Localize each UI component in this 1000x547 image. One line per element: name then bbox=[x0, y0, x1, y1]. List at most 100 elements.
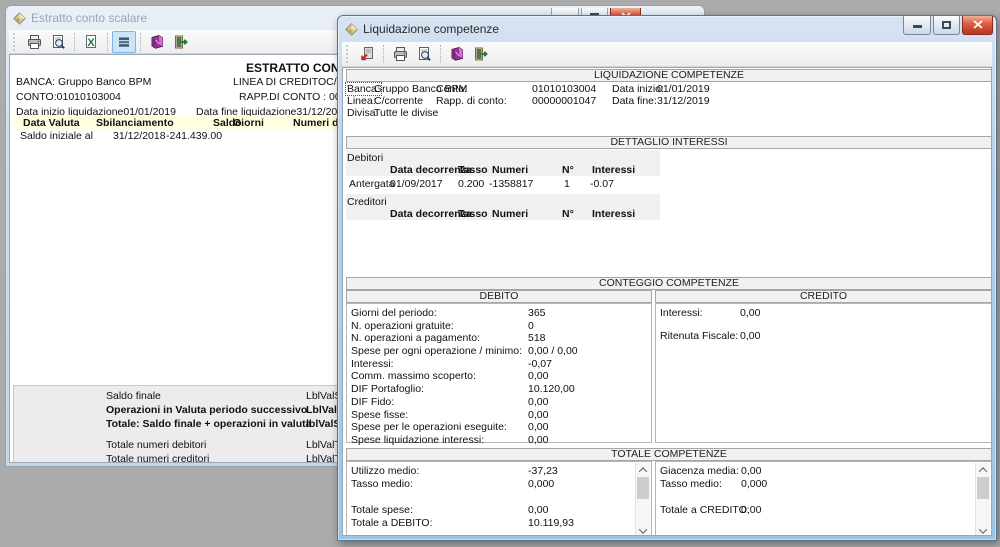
kv-row: Spese liquidazione interessi: 0,00 bbox=[347, 434, 649, 447]
scalare-view-toggle[interactable] bbox=[112, 31, 136, 53]
kv-row: Spese fisse: 0,00 bbox=[347, 409, 649, 422]
data-inizio-field[interactable]: 01/01/2019 bbox=[657, 83, 710, 95]
exit-button[interactable] bbox=[469, 43, 493, 65]
exit-icon bbox=[473, 46, 489, 62]
kv-label: Spese per ogni operazione / minimo: bbox=[351, 345, 522, 357]
process-button[interactable] bbox=[355, 43, 379, 65]
manual-icon bbox=[149, 34, 165, 50]
toolbar-grip bbox=[13, 33, 18, 51]
scrollbar-vertical[interactable] bbox=[635, 463, 650, 536]
kv-value: 0,00 bbox=[528, 409, 548, 421]
cell-saldo: -241.439.00 bbox=[166, 130, 222, 142]
section-band-conteggio: CONTEGGIO COMPETENZE bbox=[346, 277, 992, 290]
diamond-app-icon bbox=[345, 23, 358, 36]
totale-credito-panel: Giacenza media: 0,00 Tasso medio: 0,000 … bbox=[655, 461, 992, 536]
chevron-down-icon bbox=[639, 525, 647, 533]
conto-info: CONTO:01010103004 bbox=[16, 91, 121, 103]
kv-label: N. operazioni gratuite: bbox=[351, 320, 454, 332]
creditori-label: Creditori bbox=[347, 196, 387, 208]
kv-value: 10.120,00 bbox=[528, 383, 575, 395]
debito-header-band: DEBITO bbox=[346, 290, 652, 303]
kv-row: N. operazioni a pagamento: 518 bbox=[347, 332, 649, 345]
maximize-button[interactable] bbox=[933, 16, 960, 35]
scroll-thumb[interactable] bbox=[637, 477, 649, 499]
kv-label: Totale spese: bbox=[351, 504, 413, 516]
print-preview-button[interactable] bbox=[46, 31, 70, 53]
minimize-icon bbox=[913, 25, 922, 28]
kv-value: 0,00 bbox=[528, 370, 548, 382]
toolbar-grip bbox=[346, 45, 351, 63]
cell-tasso: 0.200 bbox=[458, 178, 484, 190]
kv-row: Giorni del periodo: 365 bbox=[347, 307, 649, 320]
chevron-up-icon bbox=[639, 467, 647, 475]
column-header: Giorni bbox=[233, 117, 264, 129]
conto-label: Conto: bbox=[436, 83, 467, 95]
rapp-conto-label: Rapp. di conto: bbox=[436, 95, 507, 107]
excel-export-button[interactable] bbox=[79, 31, 103, 53]
kv-row: Comm. massimo scoperto: 0,00 bbox=[347, 370, 649, 383]
column-header: Numeri bbox=[492, 164, 528, 176]
toolbar-separator bbox=[140, 33, 141, 51]
close-button[interactable] bbox=[962, 16, 993, 35]
print-button[interactable] bbox=[22, 31, 46, 53]
kv-row: Totale spese: 0,00 bbox=[347, 504, 633, 517]
column-header: Tasso bbox=[458, 164, 488, 176]
column-header: Tasso bbox=[458, 208, 488, 220]
print-preview-icon bbox=[50, 34, 66, 50]
scroll-down-arrow[interactable] bbox=[636, 524, 650, 536]
kv-row: DIF Fido: 0,00 bbox=[347, 396, 649, 409]
kv-label: Giacenza media: bbox=[660, 465, 739, 477]
scroll-thumb[interactable] bbox=[977, 477, 989, 499]
kv-value: 0 bbox=[528, 320, 534, 332]
summary-label: Totale: Saldo finale + operazioni in val… bbox=[106, 418, 311, 430]
scroll-down-arrow[interactable] bbox=[976, 524, 990, 536]
kv-value: 10.119,93 bbox=[528, 517, 574, 529]
column-header: N° bbox=[562, 164, 574, 176]
kv-value: -0,07 bbox=[528, 358, 552, 370]
totale-debito-panel: Utilizzo medio: -37,23 Tasso medio: 0,00… bbox=[346, 461, 652, 536]
diamond-app-icon bbox=[13, 12, 26, 25]
banca-info: BANCA: Gruppo Banco BPM bbox=[16, 76, 151, 88]
kv-value: 0,00 bbox=[528, 396, 548, 408]
scalare-view-icon bbox=[116, 34, 132, 50]
minimize-button[interactable] bbox=[903, 16, 931, 35]
toolbar-separator bbox=[74, 33, 75, 51]
debitori-column-headers: Data decorrenzaTassoNumeriN°Interessi bbox=[346, 164, 986, 176]
linea-label: Linea: bbox=[347, 95, 376, 107]
cell-tipo: Antergata bbox=[349, 178, 395, 190]
kv-row: Totale a DEBITO: 10.119,93 bbox=[347, 517, 633, 530]
chevron-down-icon bbox=[979, 525, 987, 533]
rapp-conto-field[interactable]: 00000001047 bbox=[532, 95, 596, 107]
data-fine-field[interactable]: 31/12/2019 bbox=[657, 95, 710, 107]
kv-label: Spese per le operazioni eseguite: bbox=[351, 421, 507, 433]
toolbar-separator bbox=[107, 33, 108, 51]
kv-row: DIF Portafoglio: 10.120,00 bbox=[347, 383, 649, 396]
section-band-liquidazione: LIQUIDAZIONE COMPETENZE bbox=[346, 69, 992, 82]
manual-button[interactable] bbox=[145, 31, 169, 53]
manual-icon bbox=[449, 46, 465, 62]
titlebar-liquidazione[interactable]: Liquidazione competenze bbox=[338, 16, 996, 42]
toolbar-liquidazione bbox=[342, 42, 992, 67]
exit-button[interactable] bbox=[169, 31, 193, 53]
divisa-field[interactable]: Tutte le divise bbox=[374, 107, 438, 119]
window-controls bbox=[903, 16, 993, 35]
kv-row: Utilizzo medio: -37,23 bbox=[347, 465, 633, 478]
scroll-up-arrow[interactable] bbox=[976, 463, 990, 476]
print-preview-button[interactable] bbox=[412, 43, 436, 65]
conto-field[interactable]: 01010103004 bbox=[532, 83, 596, 95]
print-button[interactable] bbox=[388, 43, 412, 65]
scroll-up-arrow[interactable] bbox=[636, 463, 650, 476]
linea-field[interactable]: C/corrente bbox=[374, 95, 423, 107]
kv-value: 0,000 bbox=[528, 478, 554, 490]
cell-sbilanciamento: 31/12/2018 bbox=[113, 130, 166, 142]
kv-row: Spese per ogni operazione / minimo: 0,00… bbox=[347, 345, 649, 358]
kv-value: 0,000 bbox=[741, 478, 767, 490]
liquidazione-content: LIQUIDAZIONE COMPETENZE Banca: Gruppo Ba… bbox=[342, 67, 992, 536]
kv-row: Totale a CREDITO: 0,00 bbox=[656, 504, 973, 517]
exit-icon bbox=[173, 34, 189, 50]
manual-button[interactable] bbox=[445, 43, 469, 65]
scrollbar-vertical[interactable] bbox=[975, 463, 990, 536]
kv-row: Ritenuta Fiscale: 0,00 bbox=[656, 330, 989, 343]
credito-rows: Interessi: 0,00 Ritenuta Fiscale: 0,00 bbox=[656, 307, 989, 343]
kv-value: 0,00 bbox=[741, 465, 761, 477]
